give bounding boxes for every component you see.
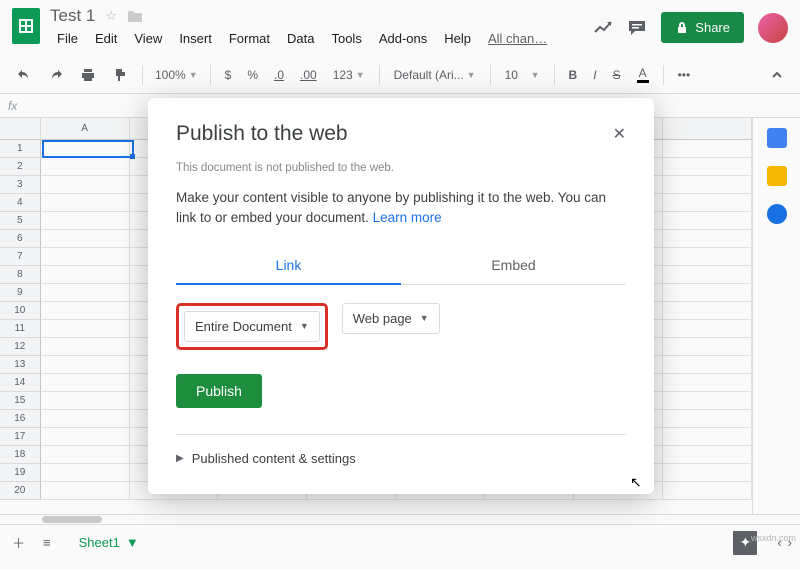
dialog-title: Publish to the web: [176, 122, 348, 146]
dialog-description: Make your content visible to anyone by p…: [176, 188, 626, 229]
tab-link[interactable]: Link: [176, 249, 401, 285]
dialog-status-note: This document is not published to the we…: [176, 162, 626, 174]
tab-embed[interactable]: Embed: [401, 249, 626, 284]
publish-dialog: Publish to the web ✕ This document is no…: [148, 98, 654, 494]
publish-button[interactable]: Publish: [176, 374, 262, 408]
chevron-down-icon: ▼: [420, 313, 429, 323]
publish-scope-select[interactable]: Entire Document▼: [184, 311, 320, 342]
dialog-tabs: Link Embed: [176, 249, 626, 285]
learn-more-link[interactable]: Learn more: [373, 210, 442, 225]
annotation-highlight: Entire Document▼: [176, 303, 328, 350]
publish-format-select[interactable]: Web page▼: [342, 303, 440, 334]
chevron-down-icon: ▼: [300, 321, 309, 331]
close-icon[interactable]: ✕: [613, 124, 626, 144]
chevron-right-icon: ▶: [176, 453, 184, 464]
published-settings-expander[interactable]: ▶ Published content & settings: [176, 434, 626, 466]
